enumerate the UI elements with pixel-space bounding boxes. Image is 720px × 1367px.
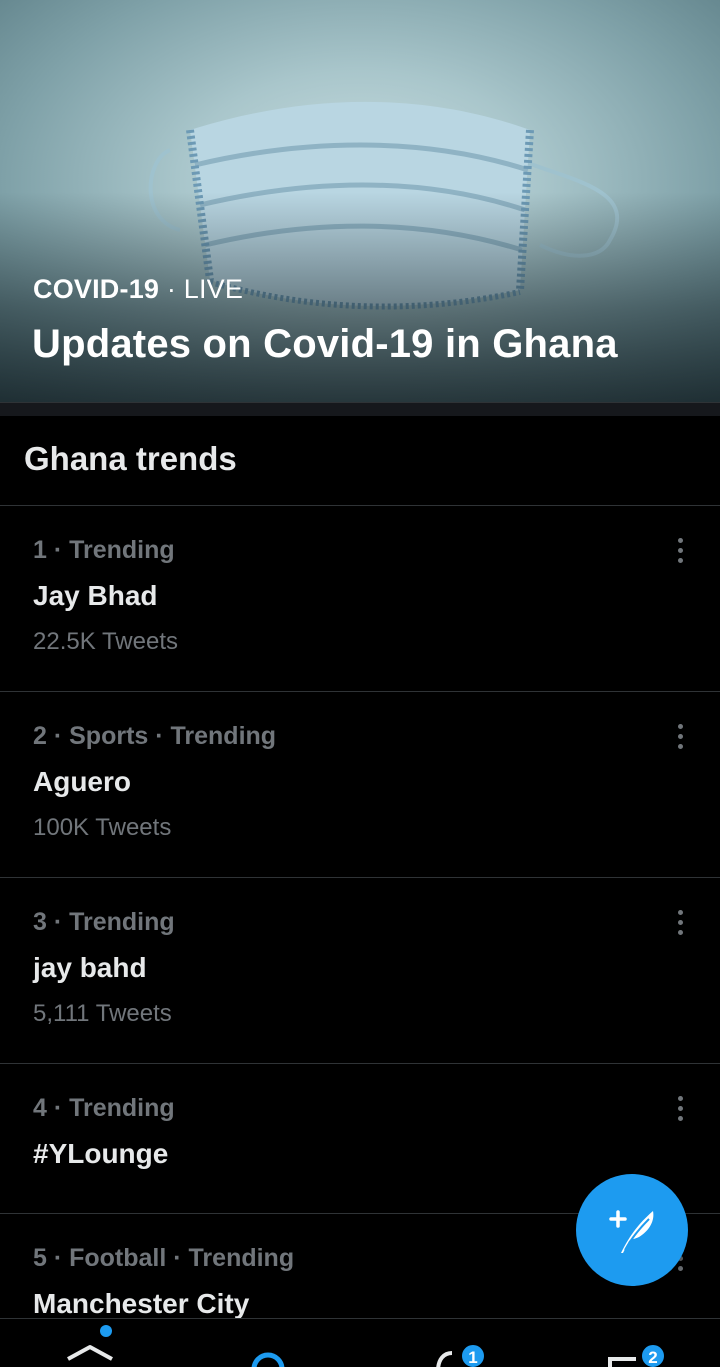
home-icon — [67, 1345, 113, 1361]
nav-messages[interactable]: 2 — [590, 1319, 670, 1367]
more-options-icon[interactable] — [672, 538, 688, 568]
trend-meta: 3 · Trending — [33, 908, 175, 936]
hero-banner[interactable]: COVID-19 · LIVE Updates on Covid-19 in G… — [0, 0, 720, 402]
trend-count: 100K Tweets — [33, 814, 172, 841]
trend-meta: 2 · Sports · Trending — [33, 722, 277, 750]
hero-status: LIVE — [183, 274, 244, 304]
compose-tweet-icon — [609, 1210, 654, 1253]
trend-item[interactable]: 1 · Trending Jay Bhad 22.5K Tweets — [0, 506, 720, 692]
notifications-badge: 1 — [460, 1343, 486, 1367]
hero-category-label: COVID-19 — [33, 274, 160, 304]
trend-meta: 4 · Trending — [33, 1094, 175, 1122]
trend-meta: 1 · Trending — [33, 536, 175, 564]
trend-name: Aguero — [33, 766, 131, 797]
nav-home[interactable] — [50, 1319, 130, 1367]
search-icon — [251, 1352, 285, 1367]
trend-meta: 5 · Football · Trending — [33, 1244, 295, 1272]
messages-badge: 2 — [640, 1343, 666, 1367]
more-options-icon[interactable] — [672, 910, 688, 940]
trend-count: 5,111 Tweets — [33, 1000, 172, 1027]
hero-category: COVID-19 · LIVE — [33, 274, 243, 305]
nav-notifications[interactable]: 1 — [410, 1319, 490, 1367]
more-options-icon[interactable] — [672, 1096, 688, 1126]
trend-item[interactable]: 3 · Trending jay bahd 5,111 Tweets — [0, 878, 720, 1064]
trend-name: Manchester City — [33, 1288, 250, 1319]
hero-title[interactable]: Updates on Covid-19 in Ghana — [32, 322, 618, 367]
section-separator — [0, 402, 720, 416]
trend-name: #YLounge — [33, 1138, 169, 1169]
more-options-icon[interactable] — [672, 724, 688, 754]
nav-search[interactable] — [230, 1319, 310, 1367]
bottom-navigation: 1 2 — [0, 1318, 720, 1367]
hero-separator: · — [166, 274, 177, 304]
section-title: Ghana trends — [24, 440, 237, 477]
compose-tweet-button[interactable] — [576, 1174, 688, 1286]
trend-count: 22.5K Tweets — [33, 628, 178, 655]
trend-item[interactable]: 2 · Sports · Trending Aguero 100K Tweets — [0, 692, 720, 878]
trend-name: Jay Bhad — [33, 580, 158, 611]
home-notification-dot — [100, 1325, 112, 1337]
trend-name: jay bahd — [33, 952, 147, 983]
